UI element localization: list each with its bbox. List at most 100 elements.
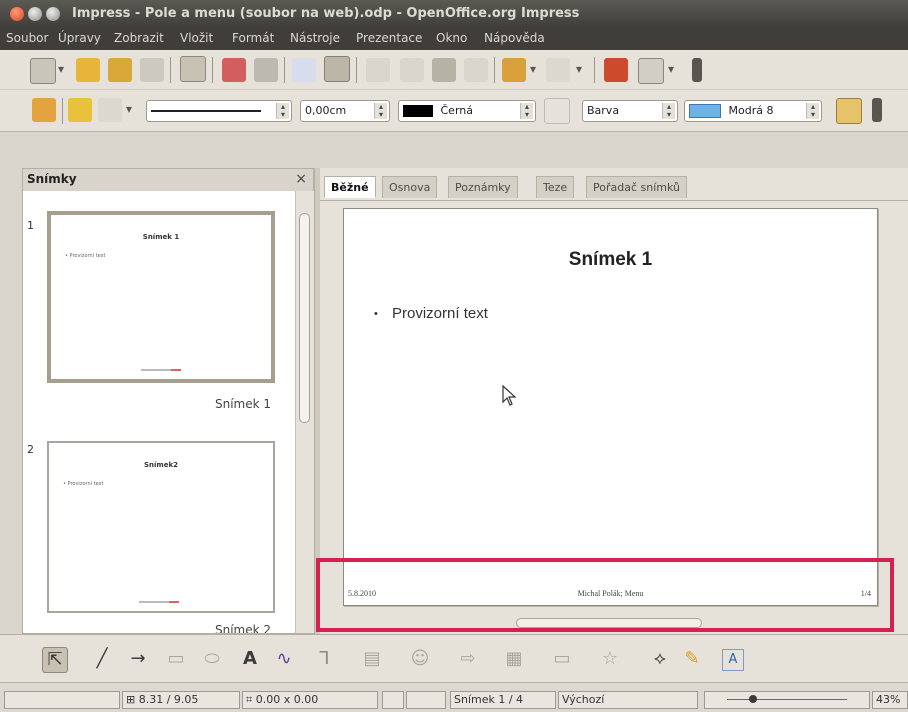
chart-icon[interactable]: [604, 58, 628, 82]
undo-icon[interactable]: [502, 58, 526, 82]
styles-icon[interactable]: [32, 98, 56, 122]
slides-scrollbar[interactable]: [295, 191, 314, 633]
arrow-style-icon[interactable]: [98, 98, 122, 122]
menu-nastroje[interactable]: Nástroje: [290, 31, 340, 45]
curve-tool-icon[interactable]: ∿: [272, 647, 296, 671]
menu-format[interactable]: Formát: [232, 31, 274, 45]
view-tabs: Běžné Osnova Poznámky Teze Pořadač snímk…: [320, 168, 908, 200]
undo-dropdown-icon[interactable]: ▾: [530, 62, 536, 76]
line-color-select[interactable]: Černá ▴ ▾: [398, 100, 536, 122]
slide-bullet-text[interactable]: Provizorní text: [392, 305, 488, 322]
redo-icon[interactable]: [546, 58, 570, 82]
zoom-slider[interactable]: [704, 691, 870, 709]
connector-tool-icon[interactable]: ᒣ: [312, 647, 336, 671]
arrow-tool-icon[interactable]: →: [126, 647, 150, 671]
spellcheck-icon[interactable]: [292, 58, 316, 82]
area-style-select[interactable]: Barva ▴ ▾: [582, 100, 678, 122]
select-pointer-icon[interactable]: ⇱: [42, 647, 68, 673]
slide-title[interactable]: Snímek 1: [344, 249, 877, 271]
drawing-toolbar: ⇱ ╱ → ▭ ⬭ A ∿ ᒣ ▤ ☺ ⇨ ▦ ▭ ☆ ⟡ ✎ A: [0, 634, 908, 682]
status-size: ⌗ 0.00 x 0.00: [242, 691, 378, 709]
basic-shapes-icon[interactable]: ▤: [360, 647, 384, 671]
close-window-button[interactable]: [10, 7, 24, 21]
tab-handout[interactable]: Teze: [536, 176, 575, 198]
tab-notes[interactable]: Poznámky: [448, 176, 518, 198]
maximize-window-button[interactable]: [46, 7, 60, 21]
export-pdf-icon[interactable]: [222, 58, 246, 82]
open-folder-icon[interactable]: [76, 58, 100, 82]
email-icon[interactable]: [140, 58, 164, 82]
scrollbar-thumb[interactable]: [299, 213, 310, 423]
points-icon[interactable]: ⟡: [648, 647, 672, 671]
new-dropdown-icon[interactable]: ▾: [58, 62, 64, 76]
ellipse-tool-icon[interactable]: ⬭: [200, 647, 224, 671]
menu-bar: Soubor Úpravy Zobrazit Vložit Formát Nás…: [0, 28, 908, 50]
arrow-style-dropdown-icon[interactable]: ▾: [126, 102, 132, 116]
status-bar: ⊞ 8.31 / 9.05 ⌗ 0.00 x 0.00 Snímek 1 / 4…: [0, 682, 908, 712]
toolbar-overflow-icon[interactable]: [692, 58, 702, 82]
thumbnail-footer: [49, 601, 273, 607]
line-width-input[interactable]: 0,00cm ▴ ▾: [300, 100, 390, 122]
document-modified-icon[interactable]: [382, 691, 404, 709]
toolbar-overflow-icon[interactable]: [872, 98, 882, 122]
menu-upravy[interactable]: Úpravy: [58, 31, 101, 45]
slide-thumbnail-label: Snímek 2: [214, 623, 271, 633]
separator: [594, 57, 595, 83]
stars-icon[interactable]: ☆: [598, 647, 622, 671]
table-icon[interactable]: [638, 58, 664, 84]
separator: [62, 98, 63, 124]
fontwork-icon[interactable]: A: [722, 649, 744, 671]
tab-outline[interactable]: Osnova: [382, 176, 438, 198]
menu-prezentace[interactable]: Prezentace: [356, 31, 422, 45]
line-tool-icon[interactable]: ╱: [90, 647, 114, 671]
format-paintbrush-icon[interactable]: [464, 58, 488, 82]
thumbnail-title: Snímek2: [144, 461, 178, 469]
table-dropdown-icon[interactable]: ▾: [668, 62, 674, 76]
horizontal-scrollbar[interactable]: [516, 618, 702, 628]
edit-file-icon[interactable]: [180, 56, 206, 82]
paste-icon[interactable]: [432, 58, 456, 82]
menu-napoveda[interactable]: Nápověda: [484, 31, 545, 45]
menu-vlozit[interactable]: Vložit: [180, 31, 213, 45]
new-document-icon[interactable]: [30, 58, 56, 84]
glue-points-icon[interactable]: ✎: [680, 647, 704, 671]
text-tool-icon[interactable]: A: [238, 647, 262, 671]
line-width-value: 0,00cm: [305, 104, 347, 117]
slide-number: 1: [27, 219, 34, 232]
minimize-window-button[interactable]: [28, 7, 42, 21]
redo-dropdown-icon[interactable]: ▾: [576, 62, 582, 76]
callouts-icon[interactable]: ▭: [550, 647, 574, 671]
tab-slide-sorter[interactable]: Pořadač snímků: [586, 176, 687, 198]
status-position: ⊞ 8.31 / 9.05: [122, 691, 240, 709]
slides-pane-title: Snímky: [27, 172, 77, 186]
mouse-pointer-icon: [502, 385, 517, 406]
menu-okno[interactable]: Okno: [436, 31, 467, 45]
print-icon[interactable]: [254, 58, 278, 82]
slide-canvas[interactable]: Snímek 1 • Provizorní text 5.8.2010 Mich…: [343, 208, 878, 606]
area-fill-icon[interactable]: [544, 98, 570, 124]
close-pane-icon[interactable]: ×: [295, 171, 307, 187]
bullet-marker: •: [374, 308, 378, 320]
area-color-select[interactable]: Modrá 8 ▴ ▾: [684, 100, 822, 122]
standard-toolbar: ▾ ▾ ▾ ▾: [0, 50, 908, 90]
thumbnail-footer: [51, 369, 271, 375]
separator: [170, 57, 171, 83]
slide-thumbnail[interactable]: Snímek 1 • Provizorní text: [47, 211, 275, 383]
cut-icon[interactable]: [366, 58, 390, 82]
rectangle-tool-icon[interactable]: ▭: [164, 647, 188, 671]
tab-normal[interactable]: Běžné: [324, 176, 376, 198]
line-color-value: Černá: [440, 104, 474, 117]
menu-zobrazit[interactable]: Zobrazit: [114, 31, 164, 45]
flowchart-icon[interactable]: ▦: [502, 647, 526, 671]
slide-thumbnail[interactable]: Snímek2 • Provizorní text: [47, 441, 275, 613]
zoom-percent: 43%: [872, 691, 908, 709]
line-style-select[interactable]: ▴ ▾: [146, 100, 292, 122]
symbol-shapes-icon[interactable]: ☺: [408, 647, 432, 671]
block-arrows-icon[interactable]: ⇨: [456, 647, 480, 671]
copy-icon[interactable]: [400, 58, 424, 82]
autospellcheck-icon[interactable]: [324, 56, 350, 82]
menu-soubor[interactable]: Soubor: [6, 31, 48, 45]
save-icon[interactable]: [108, 58, 132, 82]
shadow-icon[interactable]: [836, 98, 862, 124]
line-icon[interactable]: [68, 98, 92, 122]
